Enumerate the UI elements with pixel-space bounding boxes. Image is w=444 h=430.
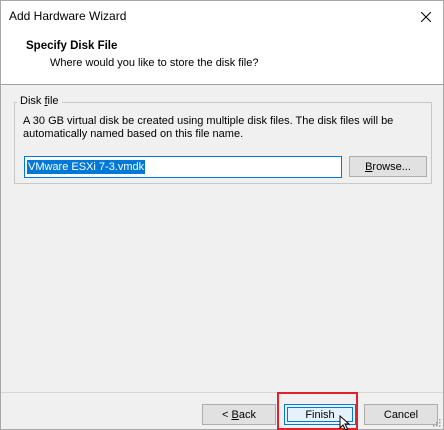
title-bar[interactable]: Add Hardware Wizard xyxy=(1,1,443,32)
disk-file-description: A 30 GB virtual disk be created using mu… xyxy=(23,115,394,140)
page-subtitle: Where would you like to store the disk f… xyxy=(50,57,259,69)
wizard-window: Add Hardware Wizard Specify Disk File Wh… xyxy=(0,0,444,430)
close-button[interactable] xyxy=(409,1,443,32)
browse-button[interactable]: Browse... xyxy=(349,156,427,177)
close-icon xyxy=(421,11,431,22)
wizard-header: Specify Disk File Where would you like t… xyxy=(1,32,443,85)
resize-grip-icon[interactable] xyxy=(431,417,441,427)
mouse-cursor-icon xyxy=(339,415,351,430)
back-button[interactable]: < Back xyxy=(202,404,276,425)
disk-file-name-value: VMware ESXi 7-3.vmdk xyxy=(27,160,146,174)
disk-file-group-label: Disk file xyxy=(17,95,62,107)
cancel-button[interactable]: Cancel xyxy=(364,404,438,425)
footer-divider xyxy=(1,392,443,393)
page-title: Specify Disk File xyxy=(26,40,118,52)
window-title: Add Hardware Wizard xyxy=(9,9,127,23)
disk-file-name-input[interactable]: VMware ESXi 7-3.vmdk xyxy=(24,156,342,178)
